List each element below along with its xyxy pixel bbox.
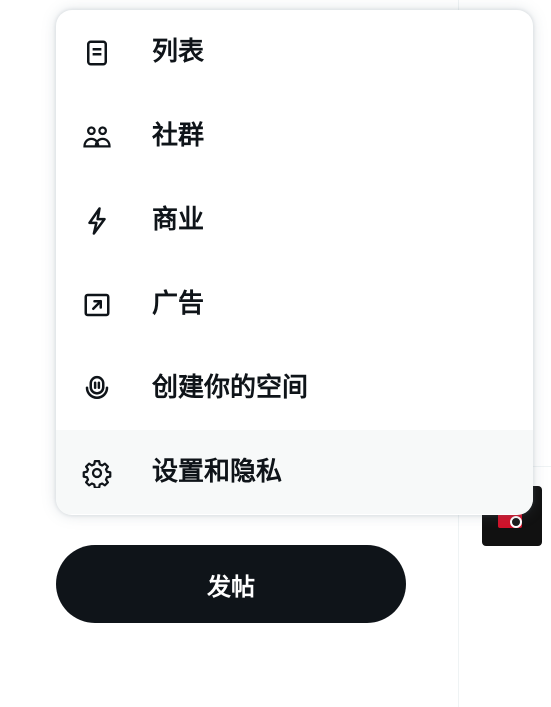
- menu-item-communities[interactable]: 社群: [56, 94, 533, 178]
- gear-icon: [82, 458, 112, 488]
- menu-item-label: 列表: [152, 37, 205, 67]
- thumbnail-dot: [510, 516, 522, 528]
- menu-item-lists[interactable]: 列表: [56, 10, 533, 94]
- menu-item-label: 广告: [152, 289, 205, 319]
- post-button[interactable]: 发帖: [56, 545, 406, 623]
- menu-item-settings-privacy[interactable]: 设置和隐私: [56, 430, 533, 514]
- more-menu-dropdown: 列表 社群 商业 广告 创建你的空间 设置和隐私: [56, 10, 533, 515]
- spaces-mic-icon: [82, 374, 112, 404]
- lightning-icon: [82, 206, 112, 236]
- menu-item-create-space[interactable]: 创建你的空间: [56, 346, 533, 430]
- menu-item-label: 商业: [152, 205, 205, 235]
- communities-icon: [82, 122, 112, 152]
- ads-arrow-icon: [82, 290, 112, 320]
- menu-item-label: 设置和隐私: [152, 457, 283, 487]
- menu-item-ads[interactable]: 广告: [56, 262, 533, 346]
- menu-item-label: 创建你的空间: [152, 373, 309, 403]
- menu-item-business[interactable]: 商业: [56, 178, 533, 262]
- page: 列表 社群 商业 广告 创建你的空间 设置和隐私 发帖: [0, 0, 551, 707]
- menu-item-label: 社群: [152, 121, 205, 151]
- list-icon: [82, 38, 112, 68]
